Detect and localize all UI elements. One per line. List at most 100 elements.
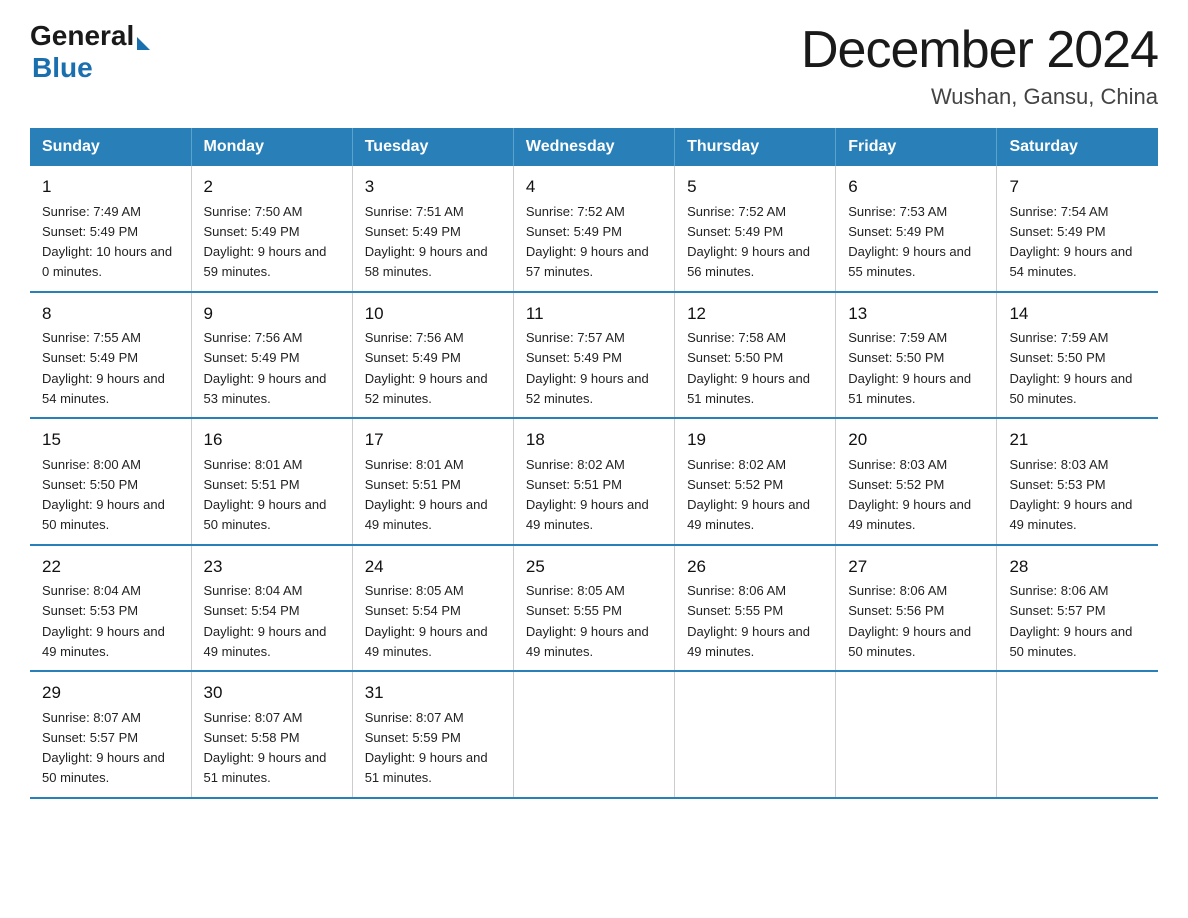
day-info: Sunrise: 7:50 AMSunset: 5:49 PMDaylight:… [204, 204, 327, 280]
col-header-monday: Monday [191, 128, 352, 166]
day-number: 26 [687, 554, 823, 580]
calendar-cell: 8 Sunrise: 7:55 AMSunset: 5:49 PMDayligh… [30, 292, 191, 419]
day-info: Sunrise: 7:55 AMSunset: 5:49 PMDaylight:… [42, 330, 165, 406]
week-row-3: 15 Sunrise: 8:00 AMSunset: 5:50 PMDaylig… [30, 418, 1158, 545]
calendar-cell: 3 Sunrise: 7:51 AMSunset: 5:49 PMDayligh… [352, 166, 513, 292]
day-info: Sunrise: 8:03 AMSunset: 5:52 PMDaylight:… [848, 457, 971, 533]
logo: General Blue [30, 20, 150, 84]
main-title: December 2024 [801, 20, 1158, 80]
day-number: 1 [42, 174, 179, 200]
day-info: Sunrise: 8:01 AMSunset: 5:51 PMDaylight:… [204, 457, 327, 533]
calendar-cell: 25 Sunrise: 8:05 AMSunset: 5:55 PMDaylig… [513, 545, 674, 672]
day-number: 7 [1009, 174, 1146, 200]
calendar-cell: 10 Sunrise: 7:56 AMSunset: 5:49 PMDaylig… [352, 292, 513, 419]
title-section: December 2024 Wushan, Gansu, China [801, 20, 1158, 110]
calendar-cell: 13 Sunrise: 7:59 AMSunset: 5:50 PMDaylig… [836, 292, 997, 419]
day-number: 12 [687, 301, 823, 327]
calendar-cell: 22 Sunrise: 8:04 AMSunset: 5:53 PMDaylig… [30, 545, 191, 672]
day-info: Sunrise: 7:59 AMSunset: 5:50 PMDaylight:… [848, 330, 971, 406]
day-number: 9 [204, 301, 340, 327]
day-info: Sunrise: 8:02 AMSunset: 5:52 PMDaylight:… [687, 457, 810, 533]
calendar-cell: 9 Sunrise: 7:56 AMSunset: 5:49 PMDayligh… [191, 292, 352, 419]
day-number: 10 [365, 301, 501, 327]
day-info: Sunrise: 8:02 AMSunset: 5:51 PMDaylight:… [526, 457, 649, 533]
calendar-cell: 16 Sunrise: 8:01 AMSunset: 5:51 PMDaylig… [191, 418, 352, 545]
calendar-cell: 28 Sunrise: 8:06 AMSunset: 5:57 PMDaylig… [997, 545, 1158, 672]
calendar-cell: 27 Sunrise: 8:06 AMSunset: 5:56 PMDaylig… [836, 545, 997, 672]
day-info: Sunrise: 8:04 AMSunset: 5:54 PMDaylight:… [204, 583, 327, 659]
week-row-1: 1 Sunrise: 7:49 AMSunset: 5:49 PMDayligh… [30, 166, 1158, 292]
day-info: Sunrise: 8:04 AMSunset: 5:53 PMDaylight:… [42, 583, 165, 659]
day-number: 18 [526, 427, 662, 453]
calendar-cell: 1 Sunrise: 7:49 AMSunset: 5:49 PMDayligh… [30, 166, 191, 292]
day-number: 15 [42, 427, 179, 453]
calendar-cell: 26 Sunrise: 8:06 AMSunset: 5:55 PMDaylig… [675, 545, 836, 672]
calendar-cell: 15 Sunrise: 8:00 AMSunset: 5:50 PMDaylig… [30, 418, 191, 545]
day-info: Sunrise: 8:06 AMSunset: 5:55 PMDaylight:… [687, 583, 810, 659]
day-number: 28 [1009, 554, 1146, 580]
day-number: 25 [526, 554, 662, 580]
day-info: Sunrise: 7:53 AMSunset: 5:49 PMDaylight:… [848, 204, 971, 280]
calendar-cell: 19 Sunrise: 8:02 AMSunset: 5:52 PMDaylig… [675, 418, 836, 545]
day-number: 20 [848, 427, 984, 453]
col-header-friday: Friday [836, 128, 997, 166]
calendar-cell [513, 671, 674, 798]
logo-text-general: General [30, 20, 134, 52]
calendar-cell: 4 Sunrise: 7:52 AMSunset: 5:49 PMDayligh… [513, 166, 674, 292]
day-info: Sunrise: 7:57 AMSunset: 5:49 PMDaylight:… [526, 330, 649, 406]
week-row-5: 29 Sunrise: 8:07 AMSunset: 5:57 PMDaylig… [30, 671, 1158, 798]
day-info: Sunrise: 8:05 AMSunset: 5:54 PMDaylight:… [365, 583, 488, 659]
day-number: 27 [848, 554, 984, 580]
day-number: 8 [42, 301, 179, 327]
page-header: General Blue December 2024 Wushan, Gansu… [30, 20, 1158, 110]
calendar-cell: 20 Sunrise: 8:03 AMSunset: 5:52 PMDaylig… [836, 418, 997, 545]
day-info: Sunrise: 7:54 AMSunset: 5:49 PMDaylight:… [1009, 204, 1132, 280]
day-info: Sunrise: 8:05 AMSunset: 5:55 PMDaylight:… [526, 583, 649, 659]
day-info: Sunrise: 8:07 AMSunset: 5:59 PMDaylight:… [365, 710, 488, 786]
col-header-thursday: Thursday [675, 128, 836, 166]
day-number: 2 [204, 174, 340, 200]
day-info: Sunrise: 7:49 AMSunset: 5:49 PMDaylight:… [42, 204, 172, 280]
subtitle: Wushan, Gansu, China [801, 84, 1158, 110]
day-number: 5 [687, 174, 823, 200]
calendar-cell [836, 671, 997, 798]
calendar-cell: 17 Sunrise: 8:01 AMSunset: 5:51 PMDaylig… [352, 418, 513, 545]
col-header-wednesday: Wednesday [513, 128, 674, 166]
day-number: 23 [204, 554, 340, 580]
calendar-table: SundayMondayTuesdayWednesdayThursdayFrid… [30, 128, 1158, 799]
calendar-cell: 11 Sunrise: 7:57 AMSunset: 5:49 PMDaylig… [513, 292, 674, 419]
day-info: Sunrise: 8:03 AMSunset: 5:53 PMDaylight:… [1009, 457, 1132, 533]
calendar-header-row: SundayMondayTuesdayWednesdayThursdayFrid… [30, 128, 1158, 166]
day-info: Sunrise: 7:56 AMSunset: 5:49 PMDaylight:… [204, 330, 327, 406]
day-info: Sunrise: 7:52 AMSunset: 5:49 PMDaylight:… [526, 204, 649, 280]
day-info: Sunrise: 8:07 AMSunset: 5:57 PMDaylight:… [42, 710, 165, 786]
day-info: Sunrise: 7:58 AMSunset: 5:50 PMDaylight:… [687, 330, 810, 406]
day-number: 22 [42, 554, 179, 580]
col-header-saturday: Saturday [997, 128, 1158, 166]
day-info: Sunrise: 8:01 AMSunset: 5:51 PMDaylight:… [365, 457, 488, 533]
calendar-cell: 14 Sunrise: 7:59 AMSunset: 5:50 PMDaylig… [997, 292, 1158, 419]
day-number: 14 [1009, 301, 1146, 327]
day-info: Sunrise: 7:59 AMSunset: 5:50 PMDaylight:… [1009, 330, 1132, 406]
day-number: 13 [848, 301, 984, 327]
calendar-cell [997, 671, 1158, 798]
calendar-cell: 29 Sunrise: 8:07 AMSunset: 5:57 PMDaylig… [30, 671, 191, 798]
day-info: Sunrise: 8:07 AMSunset: 5:58 PMDaylight:… [204, 710, 327, 786]
day-number: 19 [687, 427, 823, 453]
calendar-cell: 21 Sunrise: 8:03 AMSunset: 5:53 PMDaylig… [997, 418, 1158, 545]
day-number: 11 [526, 301, 662, 327]
day-info: Sunrise: 8:00 AMSunset: 5:50 PMDaylight:… [42, 457, 165, 533]
day-info: Sunrise: 7:52 AMSunset: 5:49 PMDaylight:… [687, 204, 810, 280]
day-number: 17 [365, 427, 501, 453]
day-number: 16 [204, 427, 340, 453]
calendar-cell: 7 Sunrise: 7:54 AMSunset: 5:49 PMDayligh… [997, 166, 1158, 292]
day-number: 29 [42, 680, 179, 706]
col-header-tuesday: Tuesday [352, 128, 513, 166]
calendar-cell: 23 Sunrise: 8:04 AMSunset: 5:54 PMDaylig… [191, 545, 352, 672]
logo-text-blue: Blue [32, 52, 150, 84]
calendar-cell: 18 Sunrise: 8:02 AMSunset: 5:51 PMDaylig… [513, 418, 674, 545]
calendar-cell: 12 Sunrise: 7:58 AMSunset: 5:50 PMDaylig… [675, 292, 836, 419]
day-number: 30 [204, 680, 340, 706]
day-number: 3 [365, 174, 501, 200]
calendar-cell: 24 Sunrise: 8:05 AMSunset: 5:54 PMDaylig… [352, 545, 513, 672]
